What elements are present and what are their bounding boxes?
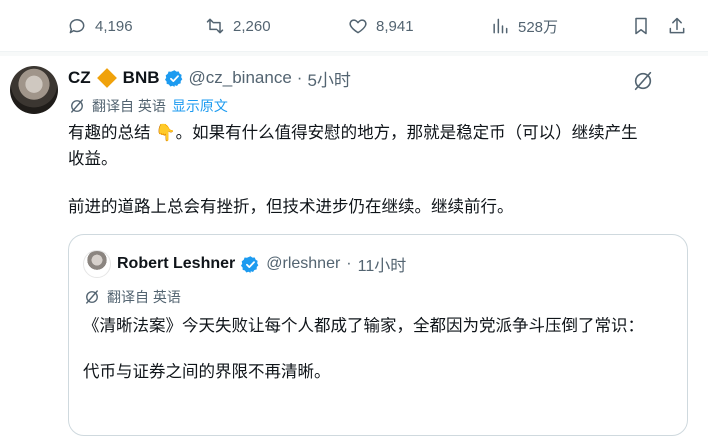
separator-dot: · bbox=[296, 68, 303, 87]
quote-separator-dot: · bbox=[346, 255, 352, 272]
grok-icon[interactable] bbox=[632, 70, 654, 92]
views-button[interactable]: 528万 bbox=[490, 13, 558, 39]
quote-translation-notice: 翻译自 英语 bbox=[83, 287, 181, 307]
display-name[interactable]: CZ bbox=[68, 68, 91, 88]
show-original-link[interactable]: 显示原文 bbox=[172, 96, 228, 116]
post-paragraph-2: 前进的道路上总会有挫折，但技术进步仍在继续。继续前行。 bbox=[68, 198, 514, 216]
share-icon bbox=[669, 17, 685, 34]
views-chart-icon bbox=[493, 18, 508, 34]
quote-paragraph-2: 代币与证券之间的界限不再清晰。 bbox=[83, 363, 331, 381]
views-count: 528万 bbox=[518, 18, 559, 36]
reply-button[interactable]: 4,196 bbox=[67, 13, 133, 39]
post-action-bar: 4,196 2,260 8,941 528万 bbox=[0, 0, 708, 52]
handle[interactable]: @cz_binance bbox=[189, 68, 292, 88]
post-paragraph-1: 有趣的总结 👇。如果有什么值得安慰的地方，那就是稳定币（可以）继续产生收益。 bbox=[68, 124, 638, 168]
retweet-count: 2,260 bbox=[233, 17, 271, 35]
translate-icon bbox=[71, 99, 83, 113]
post-header: CZ BNB @cz_binance · 5小时 bbox=[68, 66, 351, 90]
section-separator bbox=[0, 52, 708, 56]
translated-from-label: 翻译自 英语 bbox=[92, 98, 166, 114]
like-count: 8,941 bbox=[376, 17, 414, 35]
like-button[interactable]: 8,941 bbox=[348, 13, 414, 39]
retweet-button[interactable]: 2,260 bbox=[205, 13, 271, 39]
quote-handle[interactable]: @rleshner bbox=[266, 255, 340, 273]
quote-text: 《清晰法案》今天失败让每个人都成了输家，全都因为党派争斗压倒了常识： 代币与证券… bbox=[83, 313, 673, 385]
quote-paragraph-1: 《清晰法案》今天失败让每个人都成了输家，全都因为党派争斗压倒了常识： bbox=[83, 317, 644, 335]
name-badge-label: BNB bbox=[122, 68, 160, 87]
reply-icon bbox=[69, 19, 85, 34]
retweet-icon bbox=[206, 18, 224, 34]
quote-header: Robert Leshner @rleshner · 11小时 bbox=[83, 250, 407, 278]
quote-timestamp[interactable]: 11小时 bbox=[358, 252, 407, 276]
quote-display-name[interactable]: Robert Leshner bbox=[117, 255, 235, 273]
bookmark-icon bbox=[635, 17, 647, 35]
heart-icon bbox=[349, 19, 367, 34]
quote-translate-icon bbox=[86, 290, 98, 304]
bookmark-button[interactable] bbox=[631, 13, 651, 39]
quote-avatar[interactable] bbox=[83, 250, 111, 278]
timestamp[interactable]: 5小时 bbox=[307, 66, 350, 91]
share-button[interactable] bbox=[667, 13, 687, 39]
quote-translated-from-label: 翻译自 英语 bbox=[107, 289, 181, 305]
verified-badge-icon bbox=[164, 69, 182, 87]
post-text: 有趣的总结 👇。如果有什么值得安慰的地方，那就是稳定币（可以）继续产生收益。 前… bbox=[68, 120, 653, 220]
translation-notice: 翻译自 英语 显示原文 bbox=[68, 95, 228, 117]
reply-count: 4,196 bbox=[95, 17, 133, 35]
quote-verified-badge-icon bbox=[241, 255, 259, 273]
avatar[interactable] bbox=[10, 66, 58, 114]
bnb-diamond-icon bbox=[96, 68, 117, 88]
